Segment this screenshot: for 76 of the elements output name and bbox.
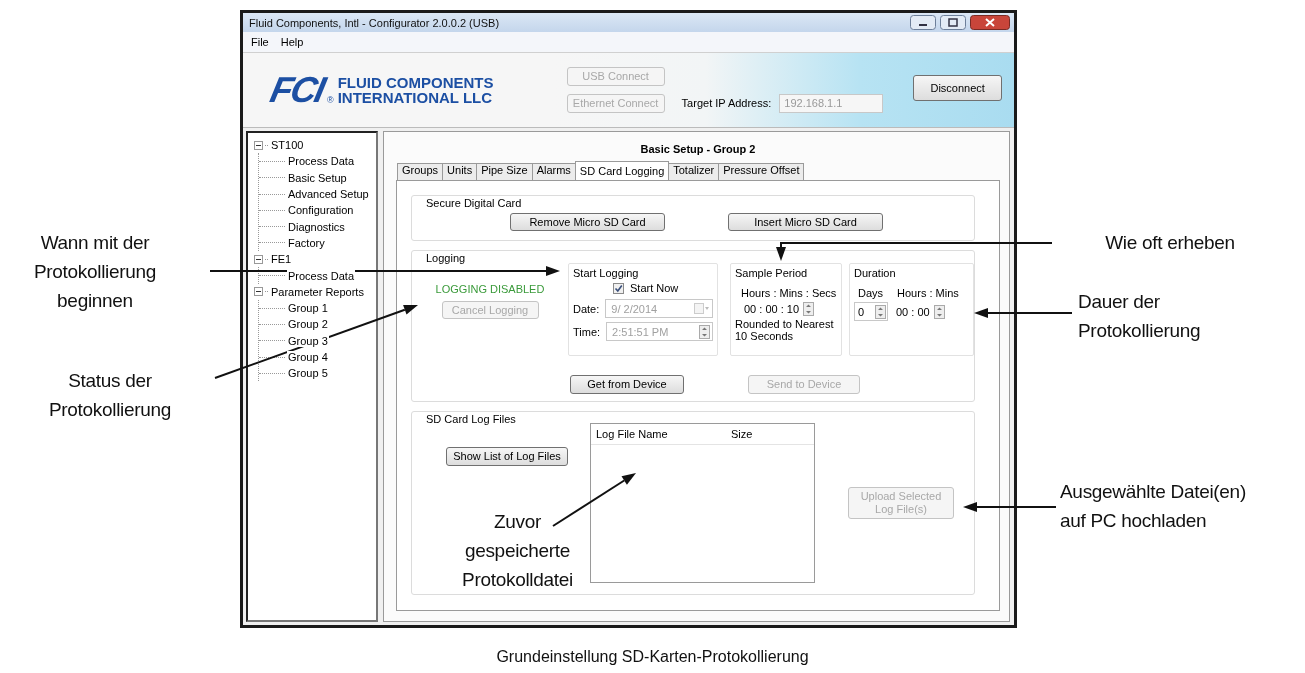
callout-text: Zuvor gespeicherte Protokolldatei: [461, 510, 574, 592]
callout-text: Status der Protokollierung: [47, 369, 173, 422]
expander-icon[interactable]: [254, 140, 263, 150]
close-icon[interactable]: [970, 15, 1010, 30]
sample-period-value: 00 : 00 : 10: [744, 303, 800, 315]
tree-item[interactable]: Configuration: [287, 204, 355, 217]
expander-icon[interactable]: [254, 287, 263, 297]
tab[interactable]: Alarms: [531, 163, 576, 180]
minimize-icon[interactable]: [910, 15, 936, 30]
callout-text: Dauer der Protokollierung: [1078, 290, 1202, 343]
tree-item[interactable]: Group 3: [287, 334, 329, 347]
disconnect-button[interactable]: Disconnect: [913, 75, 1002, 101]
date-value: 9/ 2/2014: [611, 302, 658, 315]
tree-item[interactable]: Process Data: [287, 269, 356, 282]
callout-text: Wann mit der Protokollierung beginnen: [32, 231, 158, 313]
menu-item[interactable]: File: [251, 35, 269, 49]
spinner-icon[interactable]: [875, 304, 886, 319]
tree-item[interactable]: Process Data: [287, 155, 356, 168]
section-title: Start Logging: [573, 267, 640, 279]
tree-item[interactable]: FE1: [270, 253, 293, 266]
tree-item[interactable]: Diagnostics: [287, 220, 346, 233]
days-label: Days: [858, 287, 884, 299]
insert-card-button[interactable]: Insert Micro SD Card: [728, 213, 883, 231]
spinner-icon[interactable]: [803, 302, 815, 316]
tab[interactable]: Pipe Size: [476, 163, 533, 180]
menu-item[interactable]: Help: [280, 35, 304, 49]
spinner-icon[interactable]: [933, 304, 945, 319]
days-field[interactable]: 0: [854, 302, 888, 321]
time-value: 2:51:51 PM: [612, 325, 669, 338]
rounding-note: Rounded to Nearest 10 Seconds: [735, 318, 835, 342]
logo-mark: FCI: [266, 69, 328, 111]
window-title: Fluid Components, Intl - Configurator 2.0.0.2 (USB): [249, 16, 501, 29]
section-title: Sample Period: [735, 267, 808, 279]
figure-caption: Grundeinstellung SD-Karten-Protokollierung: [495, 648, 810, 666]
group-title: Logging: [426, 252, 466, 264]
tree-item[interactable]: Advanced Setup: [287, 188, 370, 201]
get-from-device-button[interactable]: Get from Device: [570, 375, 684, 394]
tree-item[interactable]: Group 2: [287, 318, 329, 331]
hours-minutes-label: Hours : Mins: [897, 287, 959, 299]
callout-text: Wie oft erheben: [1104, 231, 1236, 255]
show-log-files-button[interactable]: Show List of Log Files: [446, 447, 568, 466]
remove-card-button[interactable]: Remove Micro SD Card: [510, 213, 665, 231]
tab[interactable]: Groups: [397, 163, 444, 180]
tree-item[interactable]: ST100: [270, 139, 305, 152]
column-header: Size: [731, 428, 753, 440]
tree-item[interactable]: Parameter Reports: [270, 285, 365, 298]
spinner-icon[interactable]: [699, 324, 710, 339]
days-value: 0: [858, 305, 865, 318]
units-label: Hours : Mins : Secs: [741, 287, 837, 299]
date-label: Date:: [573, 302, 600, 315]
tab[interactable]: Totalizer: [668, 163, 720, 180]
tree-item[interactable]: Group 4: [287, 351, 329, 363]
tab[interactable]: Pressure Offset: [718, 163, 805, 180]
group-title: Secure Digital Card: [426, 197, 522, 209]
group-title: SD Card Log Files: [426, 413, 516, 425]
log-file-list[interactable]: Log File Name Size: [590, 423, 815, 583]
company-name: INTERNATIONAL LLC: [337, 90, 494, 105]
column-header: Log File Name: [596, 428, 669, 440]
ip-label: Target IP Address:: [681, 97, 772, 109]
logging-status: LOGGING DISABLED: [435, 283, 545, 295]
tree-item[interactable]: Basic Setup: [287, 171, 348, 184]
expander-icon[interactable]: [254, 254, 263, 264]
tab[interactable]: Units: [442, 163, 478, 180]
panel-title: Basic Setup - Group 2: [640, 143, 756, 155]
maximize-icon[interactable]: [940, 15, 966, 30]
company-name: FLUID COMPONENTS: [337, 75, 494, 90]
checkbox-label: Start Now: [630, 282, 679, 294]
registered-mark: ®: [327, 95, 334, 105]
time-label: Time:: [573, 325, 601, 338]
tree-item[interactable]: Group 5: [287, 367, 329, 380]
section-title: Duration: [854, 267, 896, 279]
callout-text: Ausgewählte Datei(en) auf PC hochladen: [1060, 480, 1247, 533]
tree-item[interactable]: Group 1: [287, 302, 329, 315]
tree-item[interactable]: Factory: [287, 236, 326, 249]
tab[interactable]: SD Card Logging: [574, 161, 670, 180]
duration-value: 00 : 00: [896, 305, 930, 318]
